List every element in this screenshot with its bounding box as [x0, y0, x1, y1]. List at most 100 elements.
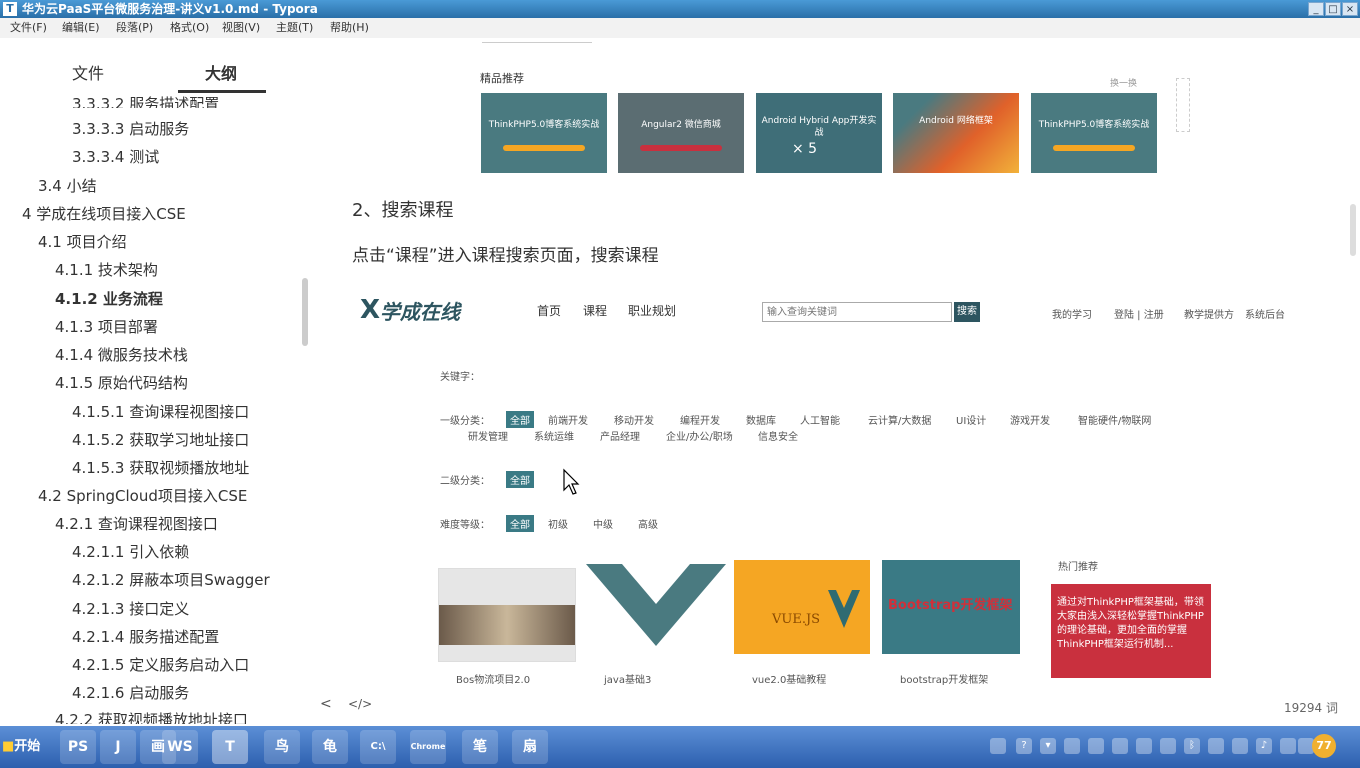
outline-item[interactable]: 4.2.1.3 接口定义 — [72, 599, 189, 619]
maximize-button[interactable]: □ — [1325, 2, 1341, 16]
site-link-login[interactable]: 登陆 | 注册 — [1114, 306, 1164, 321]
taskbar-app-webstorm[interactable]: WS — [162, 730, 198, 764]
outline-item[interactable]: 4.2.1 查询课程视图接口 — [55, 514, 218, 534]
outline-item[interactable]: 4.1.4 微服务技术栈 — [55, 345, 188, 365]
hot-recommend-box[interactable]: 通过对ThinkPHP框架基础，带领大家由浅入深轻松掌握ThinkPHP的理论基… — [1051, 584, 1211, 678]
recommend-card[interactable]: ThinkPHP5.0博客系统实战 — [481, 93, 607, 173]
site-nav-home[interactable]: 首页 — [537, 302, 561, 319]
outline-item[interactable]: 4.2 SpringCloud项目接入CSE — [38, 486, 247, 506]
recommend-card[interactable]: Android Hybrid App开发实战 × 5 — [756, 93, 882, 173]
sidebar-toggle-button[interactable]: < — [320, 696, 332, 712]
tray-volume-icon[interactable]: ♪ — [1256, 738, 1272, 754]
outline-item[interactable]: 4.2.1.6 启动服务 — [72, 683, 189, 703]
recommend-more-link[interactable]: 换一换 — [1110, 76, 1137, 89]
outline-item[interactable]: 3.3.3.3 启动服务 — [72, 119, 189, 139]
outline-item[interactable]: 4.1.5.3 获取视频播放地址 — [72, 458, 249, 478]
outline-item[interactable]: 4.2.1.2 屏蔽本项目Swagger — [72, 570, 270, 590]
site-nav-career[interactable]: 职业规划 — [628, 302, 676, 319]
site-link-teacher[interactable]: 教学提供方 — [1184, 306, 1234, 321]
outline-item[interactable]: 4.1.5 原始代码结构 — [55, 373, 188, 393]
tray-app-icon[interactable] — [1232, 738, 1248, 754]
filter-tag[interactable]: 研发管理 — [468, 428, 508, 443]
filter-tag[interactable]: 智能硬件/物联网 — [1078, 412, 1151, 427]
outline-item[interactable]: 4.2.1.5 定义服务启动入口 — [72, 655, 249, 675]
recommend-card[interactable]: Angular2 微信商城 — [618, 93, 744, 173]
taskbar-app-pen[interactable]: 笔 — [462, 730, 498, 764]
menu-help[interactable]: 帮助(H) — [330, 20, 369, 36]
close-button[interactable]: × — [1342, 2, 1358, 16]
filter-tag[interactable]: 中级 — [593, 516, 613, 531]
filter-tag[interactable]: 数据库 — [746, 412, 776, 427]
site-link-my-learning[interactable]: 我的学习 — [1052, 306, 1092, 321]
menu-theme[interactable]: 主题(T) — [276, 20, 313, 36]
tray-keyboard-icon[interactable] — [990, 738, 1006, 754]
tab-files[interactable]: 文件 — [72, 60, 104, 84]
minimize-button[interactable]: _ — [1308, 2, 1324, 16]
menu-view[interactable]: 视图(V) — [222, 20, 260, 36]
outline-item[interactable]: 4.1.3 项目部署 — [55, 317, 158, 337]
taskbar-app-typora[interactable]: T — [212, 730, 248, 764]
outline-item[interactable]: 4.2.2 获取视频播放地址接口 — [55, 710, 248, 724]
filter-tag-active[interactable]: 全部 — [506, 471, 534, 488]
course-thumbnail-bootstrap[interactable]: Bootstrap开发框架 — [882, 560, 1020, 654]
word-count[interactable]: 19294 词 — [1284, 699, 1338, 716]
filter-tag[interactable]: 前端开发 — [548, 412, 588, 427]
outline-item[interactable]: 3.4 小结 — [38, 176, 97, 196]
filter-tag-active[interactable]: 全部 — [506, 411, 534, 428]
tray-network-icon[interactable] — [1064, 738, 1080, 754]
taskbar-app-fan[interactable]: 扇 — [512, 730, 548, 764]
course-title[interactable]: vue2.0基础教程 — [752, 671, 826, 686]
course-title[interactable]: Bos物流项目2.0 — [456, 671, 530, 686]
outline-item[interactable]: 3.3.3.2 服务描述配置 — [72, 94, 219, 108]
site-search-button[interactable]: 搜索 — [954, 302, 980, 322]
outline-item[interactable]: 4.2.1.4 服务描述配置 — [72, 627, 219, 647]
tray-app-icon[interactable] — [1136, 738, 1152, 754]
start-button[interactable]: ■开始 — [2, 734, 52, 760]
taskbar-app-bird[interactable]: 鸟 — [264, 730, 300, 764]
filter-tag[interactable]: 人工智能 — [800, 412, 840, 427]
outline-item[interactable]: 4.1.5.1 查询课程视图接口 — [72, 402, 249, 422]
site-search-input[interactable] — [762, 302, 952, 322]
course-thumbnail-bos[interactable] — [438, 568, 576, 662]
filter-tag[interactable]: 企业/办公/职场 — [666, 428, 733, 443]
course-title[interactable]: bootstrap开发框架 — [900, 671, 988, 686]
tray-app-icon[interactable] — [1112, 738, 1128, 754]
taskbar-app-turtle[interactable]: 龟 — [312, 730, 348, 764]
tray-bluetooth-icon[interactable]: ᛒ — [1184, 738, 1200, 754]
filter-tag[interactable]: 产品经理 — [600, 428, 640, 443]
taskbar-app-idea[interactable]: J — [100, 730, 136, 764]
filter-tag[interactable]: 信息安全 — [758, 428, 798, 443]
outline-item[interactable]: 4.1 项目介绍 — [38, 232, 127, 252]
sidebar-scrollbar[interactable] — [302, 278, 308, 346]
tray-app-icon[interactable] — [1280, 738, 1296, 754]
filter-tag[interactable]: 编程开发 — [680, 412, 720, 427]
menu-edit[interactable]: 编辑(E) — [62, 20, 100, 36]
site-link-admin[interactable]: 系统后台 — [1245, 306, 1285, 321]
editor-scrollbar[interactable] — [1350, 204, 1356, 256]
recommend-card[interactable]: Android 网络框架 — [893, 93, 1019, 173]
tray-help-icon[interactable]: ? — [1016, 738, 1032, 754]
tray-badge-icon[interactable]: 77 — [1312, 734, 1336, 758]
taskbar-app-photoshop[interactable]: PS — [60, 730, 96, 764]
course-thumbnail-vue[interactable]: VUE.JS — [734, 560, 870, 654]
taskbar-app-cmd[interactable]: C:\ — [360, 730, 396, 764]
filter-tag[interactable]: UI设计 — [956, 412, 986, 427]
filter-tag[interactable]: 初级 — [548, 516, 568, 531]
outline-item[interactable]: 3.3.3.4 测试 — [72, 147, 159, 167]
taskbar-app-chrome[interactable]: Chrome — [410, 730, 446, 764]
tray-app-icon[interactable] — [1208, 738, 1224, 754]
source-mode-button[interactable]: </> — [348, 697, 372, 711]
filter-tag[interactable]: 移动开发 — [614, 412, 654, 427]
filter-tag[interactable]: 高级 — [638, 516, 658, 531]
course-title[interactable]: java基础3 — [604, 671, 651, 686]
tray-chevron-icon[interactable]: ▾ — [1040, 738, 1056, 754]
outline-item[interactable]: 4.1.5.2 获取学习地址接口 — [72, 430, 249, 450]
recommend-card[interactable]: ThinkPHP5.0博客系统实战 — [1031, 93, 1157, 173]
tray-app-icon[interactable] — [1160, 738, 1176, 754]
outline-item-active[interactable]: 4.1.2 业务流程 — [55, 289, 163, 309]
menu-file[interactable]: 文件(F) — [10, 20, 47, 36]
outline-item[interactable]: 4.1.1 技术架构 — [55, 260, 158, 280]
filter-tag[interactable]: 系统运维 — [534, 428, 574, 443]
menu-format[interactable]: 格式(O) — [170, 20, 209, 36]
filter-tag[interactable]: 游戏开发 — [1010, 412, 1050, 427]
